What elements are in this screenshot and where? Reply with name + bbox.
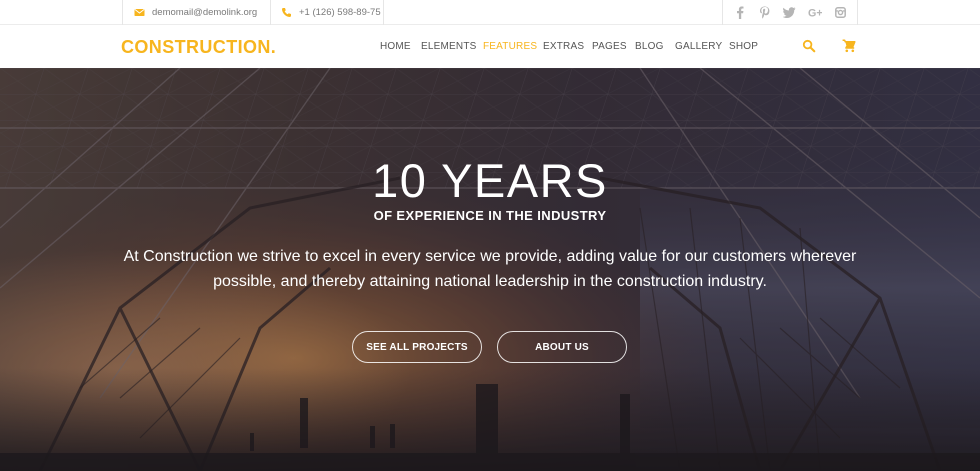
nav-item-blog[interactable]: BLOG <box>635 41 664 52</box>
phone-icon <box>281 7 292 18</box>
nav-item-gallery[interactable]: GALLERY <box>675 41 722 52</box>
hero-description: At Construction we strive to excel in ev… <box>123 248 857 290</box>
nav-item-shop[interactable]: SHOP <box>729 41 758 52</box>
hero-title: 10 YEARS <box>372 154 608 207</box>
search-icon[interactable] <box>802 39 816 53</box>
nav-item-elements[interactable]: ELEMENTS <box>421 41 477 52</box>
social-links: G+ <box>722 0 858 25</box>
nav-item-extras[interactable]: EXTRAS <box>543 41 584 52</box>
nav-item-pages[interactable]: PAGES <box>592 41 627 52</box>
about-us-button[interactable]: ABOUT US <box>497 331 627 363</box>
envelope-icon <box>134 7 145 18</box>
phone-text: +1 (126) 598-89-75 <box>299 7 381 18</box>
nav-item-home[interactable]: HOME <box>380 41 411 52</box>
hero-section: 10 YEARS OF EXPERIENCE IN THE INDUSTRY A… <box>0 68 980 471</box>
site-logo[interactable]: CONSTRUCTION. <box>121 37 276 58</box>
google-plus-icon[interactable]: G+ <box>808 6 822 20</box>
cart-icon[interactable] <box>842 39 856 53</box>
main-navbar: CONSTRUCTION. HOME ELEMENTS FEATURES EXT… <box>0 25 980 68</box>
email-text: demomail@demolink.org <box>152 7 258 18</box>
nav-item-features[interactable]: FEATURES <box>483 41 537 52</box>
top-bar: demomail@demolink.org +1 (126) 598-89-75… <box>0 0 980 25</box>
hero-subtitle: OF EXPERIENCE IN THE INDUSTRY <box>373 208 607 223</box>
instagram-icon[interactable] <box>833 6 847 20</box>
see-all-projects-button[interactable]: SEE ALL PROJECTS <box>352 331 482 363</box>
contact-phone[interactable]: +1 (126) 598-89-75 <box>270 0 384 25</box>
svg-text:G+: G+ <box>808 8 822 18</box>
pinterest-icon[interactable] <box>758 6 772 20</box>
contact-email[interactable]: demomail@demolink.org <box>122 0 270 25</box>
twitter-icon[interactable] <box>783 6 797 20</box>
facebook-icon[interactable] <box>733 6 747 20</box>
